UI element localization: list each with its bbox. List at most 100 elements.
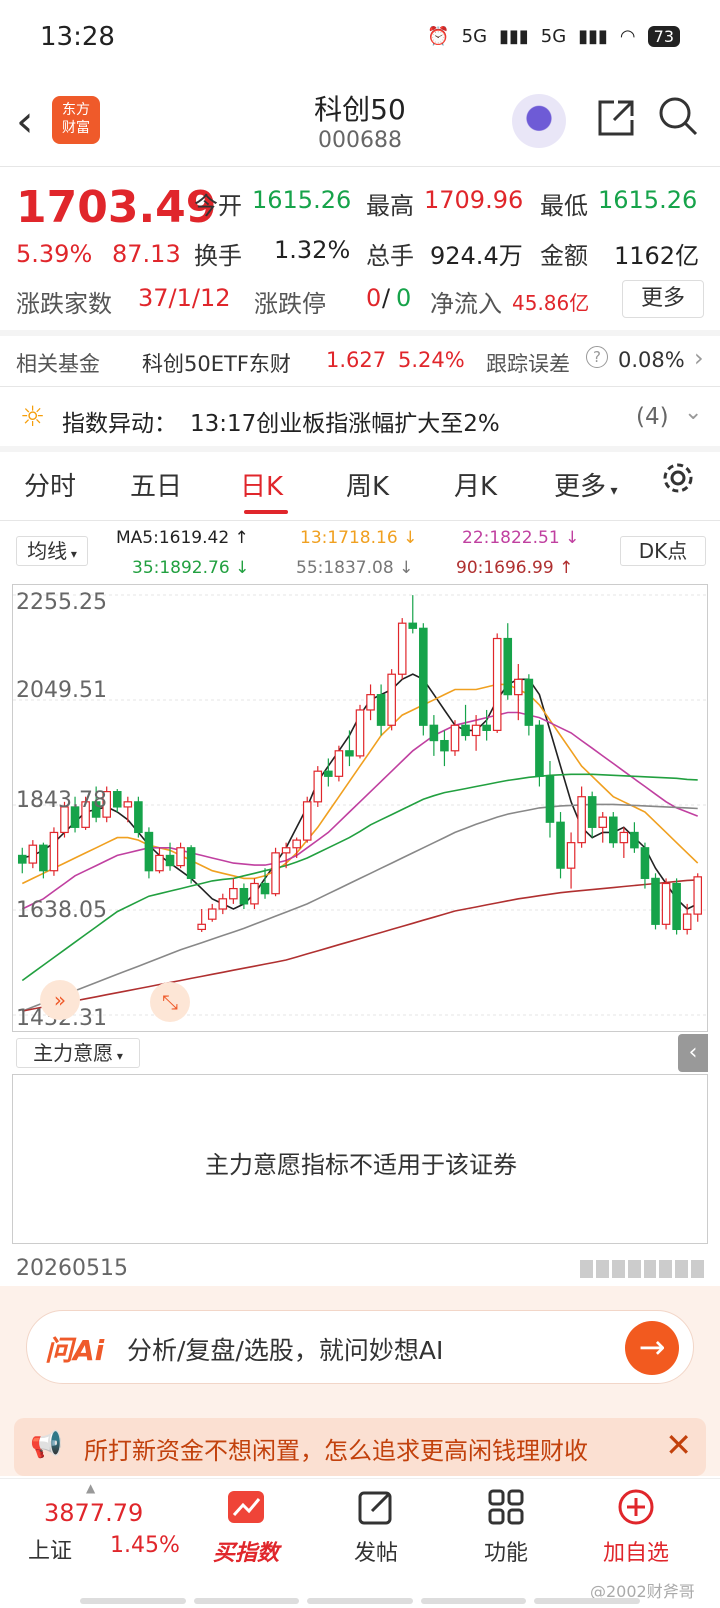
candle bbox=[186, 845, 196, 884]
candle bbox=[577, 786, 586, 848]
ma22-value: 22:1822.51 ↓ bbox=[462, 528, 580, 548]
candle bbox=[566, 832, 576, 889]
fund-pct: 5.24% bbox=[398, 348, 465, 372]
more-button[interactable]: 更多 bbox=[622, 280, 704, 318]
netflow-value: 45.86亿 bbox=[512, 291, 590, 315]
battery-icon: 73 bbox=[647, 26, 680, 47]
kline-chart[interactable] bbox=[12, 584, 708, 1032]
low-label: 最低 bbox=[540, 192, 588, 220]
index-value[interactable]: 3877.79 bbox=[44, 1499, 143, 1527]
candle bbox=[640, 842, 650, 889]
nav-post[interactable]: 发帖 bbox=[326, 1487, 426, 1567]
candle bbox=[176, 842, 185, 869]
candle bbox=[419, 623, 428, 736]
tab-monthly-k[interactable]: 月K bbox=[454, 466, 497, 503]
candle bbox=[197, 909, 206, 932]
breadth-value: 37/1/12 bbox=[138, 284, 231, 312]
candle bbox=[397, 618, 407, 680]
tab-daily-k[interactable]: 日K bbox=[240, 466, 283, 503]
fund-name[interactable]: 科创50ETF东财 bbox=[142, 348, 291, 378]
candle bbox=[260, 868, 270, 899]
high-label: 最高 bbox=[366, 192, 414, 220]
high-value: 1709.96 bbox=[424, 186, 524, 214]
ma13-value: 13:1718.16 ↓ bbox=[300, 528, 418, 548]
index-alert-row[interactable]: ☼ 指数异动： 13:17创业板指涨幅扩大至2% (4) ⌄ bbox=[0, 392, 720, 444]
tab-weekly-k[interactable]: 周K bbox=[346, 466, 389, 503]
netflow-label: 净流入 bbox=[430, 290, 502, 318]
y-tick-label: 1638.05 bbox=[16, 898, 107, 923]
tracking-error-value: 0.08% bbox=[618, 348, 685, 372]
turnover-label: 换手 bbox=[194, 242, 242, 270]
y-tick-label: 1843.78 bbox=[16, 788, 107, 813]
fund-label: 相关基金 bbox=[16, 352, 100, 376]
candle bbox=[376, 684, 386, 736]
candle bbox=[556, 812, 565, 879]
search-icon[interactable] bbox=[656, 94, 700, 142]
change-value: 87.13 bbox=[112, 240, 181, 268]
nav-buy-index[interactable]: 买指数 bbox=[196, 1487, 296, 1567]
arrow-right-icon[interactable]: → bbox=[625, 1321, 679, 1375]
nav-functions[interactable]: 功能 bbox=[456, 1487, 556, 1567]
plus-circle-icon bbox=[586, 1487, 686, 1531]
candle bbox=[49, 827, 59, 876]
limit-down-value: 0 bbox=[396, 284, 412, 312]
settings-icon[interactable] bbox=[660, 460, 696, 503]
candle bbox=[302, 796, 312, 843]
candle bbox=[492, 633, 502, 733]
index-name[interactable]: 上证 bbox=[28, 1533, 72, 1565]
candle bbox=[155, 847, 164, 874]
indicator-selector[interactable]: 主力意愿 ▾ bbox=[16, 1038, 140, 1068]
candle bbox=[134, 796, 143, 838]
promo-notice[interactable]: 📢 所打新资金不想闲置，怎么追求更高闲钱理财收 ✕ bbox=[14, 1418, 706, 1476]
candle bbox=[619, 827, 629, 858]
close-icon[interactable]: ✕ bbox=[665, 1426, 692, 1464]
candle bbox=[661, 878, 671, 930]
candle bbox=[345, 730, 354, 767]
candle bbox=[334, 745, 344, 782]
candle bbox=[112, 789, 122, 813]
related-fund-row[interactable]: 相关基金 科创50ETF东财 1.627 5.24% 跟踪误差 ? 0.08% … bbox=[0, 336, 720, 384]
ma35-value: 35:1892.76 ↓ bbox=[132, 558, 250, 578]
candle bbox=[672, 878, 681, 935]
signal-marker-icon[interactable]: » bbox=[40, 980, 80, 1020]
candle bbox=[450, 720, 460, 756]
candle bbox=[250, 878, 259, 910]
ma-selector[interactable]: 均线 ▾ bbox=[16, 536, 88, 566]
collapse-panel-button[interactable]: ‹ bbox=[678, 1034, 708, 1072]
nav-label: 发帖 bbox=[353, 1541, 398, 1566]
fund-price: 1.627 bbox=[326, 348, 387, 372]
candle bbox=[608, 812, 618, 848]
chart-scroll-indicator[interactable] bbox=[580, 1260, 704, 1278]
candle bbox=[165, 842, 175, 871]
ai-search-bar[interactable]: 问Ai 分析/复盘/选股，就问妙想AI → bbox=[26, 1310, 694, 1384]
app-header: ‹ 东方 财富 科创50 000688 bbox=[0, 80, 720, 166]
help-icon[interactable]: ? bbox=[586, 346, 608, 368]
candle bbox=[366, 684, 375, 721]
signal-5g-icon-2: 5G bbox=[540, 26, 567, 47]
ai-placeholder[interactable]: 分析/复盘/选股，就问妙想AI bbox=[127, 1331, 443, 1367]
home-indicator bbox=[80, 1598, 640, 1604]
candle bbox=[630, 822, 639, 853]
expand-arrows-icon[interactable]: ⤡ bbox=[150, 982, 190, 1022]
ai-assistant-icon[interactable] bbox=[512, 94, 566, 148]
candle bbox=[218, 893, 228, 915]
chart-tabs: 分时 五日 日K 周K 月K 更多 ▾ bbox=[0, 456, 720, 518]
alert-count: (4) bbox=[636, 404, 669, 430]
open-label: 今开 bbox=[194, 192, 242, 220]
ma-line-90 bbox=[22, 879, 698, 1012]
tracking-error-label: 跟踪误差 bbox=[486, 352, 570, 376]
share-icon[interactable] bbox=[594, 96, 638, 144]
volume-value: 924.4万 bbox=[430, 242, 523, 270]
limit-label: 涨跌停 bbox=[254, 290, 326, 318]
candle bbox=[313, 766, 323, 807]
signal-5g-icon: 5G bbox=[461, 26, 488, 47]
candle bbox=[17, 847, 27, 874]
nav-add-watchlist[interactable]: 加自选 bbox=[586, 1487, 686, 1567]
bulb-icon: ☼ bbox=[20, 400, 46, 433]
dk-point-button[interactable]: DK点 bbox=[620, 536, 706, 566]
tab-more[interactable]: 更多 ▾ bbox=[554, 466, 618, 503]
signal-bars-icon: ▮▮▮ bbox=[499, 26, 529, 47]
tab-5day[interactable]: 五日 bbox=[130, 466, 182, 503]
candle bbox=[693, 873, 703, 922]
tab-intraday[interactable]: 分时 bbox=[24, 466, 76, 503]
